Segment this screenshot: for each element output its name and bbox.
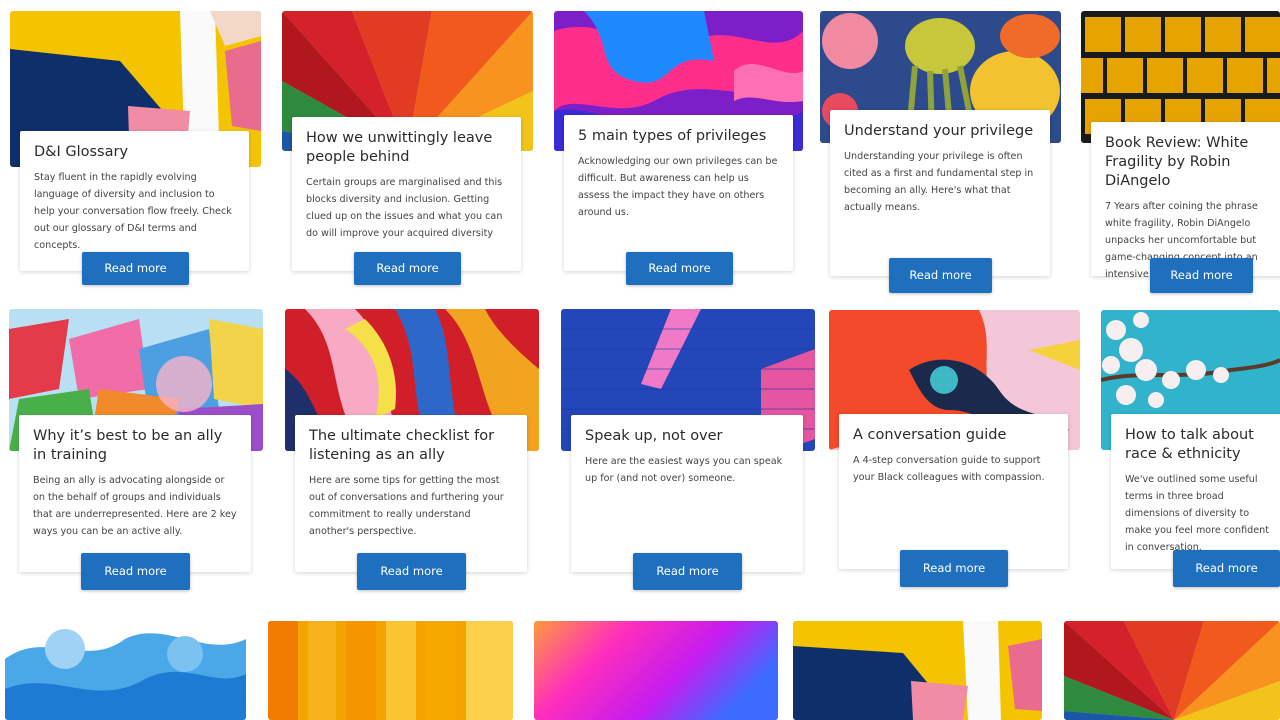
- card-title[interactable]: Book Review: White Fragility by Robin Di…: [1105, 134, 1276, 191]
- read-more-button[interactable]: Read more: [889, 258, 992, 293]
- card-description: Understanding your privilege is often ci…: [844, 151, 1034, 213]
- card-description: Certain groups are marginalised and this…: [306, 177, 503, 239]
- card-image[interactable]: [5, 619, 246, 720]
- card-title[interactable]: How to talk about race & ethnicity: [1125, 426, 1276, 464]
- card-panel: Speak up, not over Here are the easiest …: [571, 415, 803, 572]
- card-panel: D&I Glossary Stay fluent in the rapidly …: [20, 131, 249, 271]
- read-more-button[interactable]: Read more: [1173, 550, 1280, 587]
- card-title[interactable]: Why it’s best to be an ally in training: [33, 427, 237, 465]
- read-more-button[interactable]: Read more: [633, 553, 742, 590]
- card-panel: Book Review: White Fragility by Robin Di…: [1091, 122, 1280, 280]
- card-title[interactable]: How we unwittingly leave people behind: [306, 129, 507, 167]
- card-panel: A conversation guide A 4-step conversati…: [839, 414, 1068, 569]
- card-panel: Why it’s best to be an ally in training …: [19, 415, 251, 572]
- card-panel: Understand your privilege Understanding …: [830, 110, 1050, 276]
- card-title[interactable]: 5 main types of privileges: [578, 127, 779, 146]
- read-more-button[interactable]: Read more: [1150, 258, 1253, 293]
- card-title[interactable]: Speak up, not over: [585, 427, 789, 446]
- card-panel: 5 main types of privileges Acknowledging…: [564, 115, 793, 271]
- read-more-button[interactable]: Read more: [82, 252, 189, 285]
- card-title[interactable]: Understand your privilege: [844, 122, 1036, 141]
- card-description: A 4-step conversation guide to support y…: [853, 455, 1045, 483]
- card-description: Stay fluent in the rapidly evolving lang…: [34, 172, 232, 251]
- card-image[interactable]: [268, 621, 513, 720]
- read-more-button[interactable]: Read more: [354, 252, 461, 285]
- card-title[interactable]: D&I Glossary: [34, 143, 235, 162]
- card-title[interactable]: The ultimate checklist for listening as …: [309, 427, 513, 465]
- card-image[interactable]: [534, 621, 778, 720]
- card-panel: How we unwittingly leave people behind C…: [292, 117, 521, 271]
- card-description: Here are the easiest ways you can speak …: [585, 456, 783, 484]
- card-panel: How to talk about race & ethnicity We've…: [1111, 414, 1280, 569]
- read-more-button[interactable]: Read more: [900, 550, 1008, 587]
- card-panel: The ultimate checklist for listening as …: [295, 415, 527, 572]
- card-description: Acknowledging our own privileges can be …: [578, 156, 778, 218]
- card-description: We've outlined some useful terms in thre…: [1125, 474, 1269, 553]
- card-description: Being an ally is advocating alongside or…: [33, 475, 237, 537]
- card-title[interactable]: A conversation guide: [853, 426, 1054, 445]
- read-more-button[interactable]: Read more: [357, 553, 466, 590]
- read-more-button[interactable]: Read more: [81, 553, 190, 590]
- card-description: Here are some tips for getting the most …: [309, 475, 504, 537]
- read-more-button[interactable]: Read more: [626, 252, 733, 285]
- card-image[interactable]: [1064, 621, 1280, 720]
- card-image[interactable]: [793, 621, 1042, 720]
